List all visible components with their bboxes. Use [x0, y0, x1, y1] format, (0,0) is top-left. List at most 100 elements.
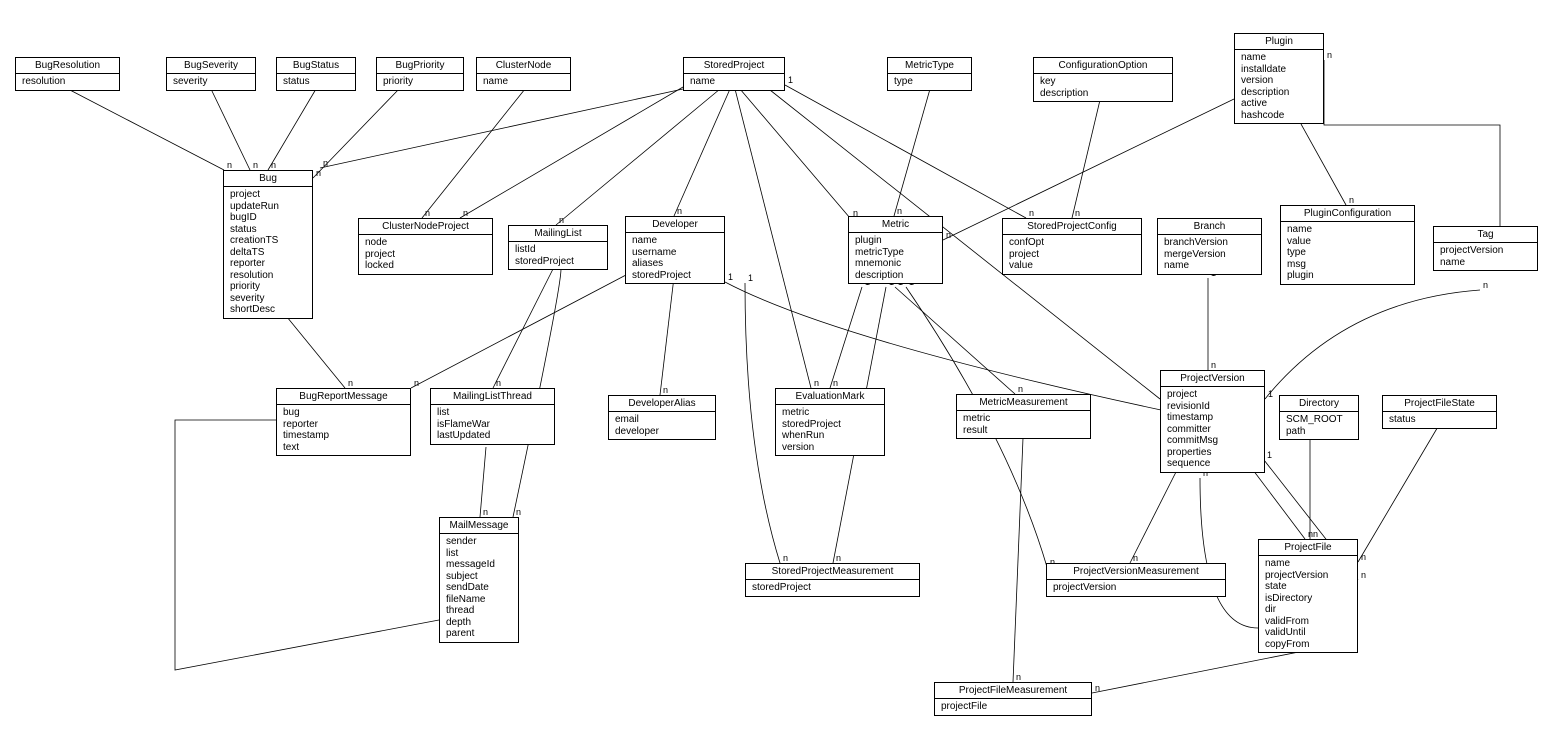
entity-attrs: resolution	[16, 74, 119, 90]
entity-attr: list	[437, 407, 548, 419]
entity-attr: name	[1287, 224, 1408, 236]
svg-text:n: n	[1018, 384, 1023, 394]
entity-title: Metric	[849, 217, 942, 233]
entity-attr: creationTS	[230, 235, 306, 247]
svg-text:n: n	[483, 507, 488, 517]
entity-attr: description	[1040, 88, 1166, 100]
entity-title: Plugin	[1235, 34, 1323, 50]
entity-attrs: status	[1383, 412, 1496, 428]
entity-attr: parent	[446, 628, 512, 640]
entity-attr: shortDesc	[230, 304, 306, 316]
entity-attrs: metricresult	[957, 411, 1090, 438]
entity-attr: version	[782, 442, 878, 454]
entity-attr: storedProject	[632, 270, 718, 282]
svg-text:n: n	[496, 378, 501, 388]
entity-branch: BranchbranchVersionmergeVersionname	[1157, 218, 1262, 275]
entity-attr: subject	[446, 571, 512, 583]
svg-text:n: n	[414, 378, 419, 388]
entity-projectfilemeasurement: ProjectFileMeasurementprojectFile	[934, 682, 1092, 716]
entity-attr: sendDate	[446, 582, 512, 594]
entity-title: Bug	[224, 171, 312, 187]
entity-attr: deltaTS	[230, 247, 306, 259]
entity-title: ProjectVersionMeasurement	[1047, 564, 1225, 580]
entity-projectfile: ProjectFilenameprojectVersionstateisDire…	[1258, 539, 1358, 653]
entity-storedprojectmeasurement: StoredProjectMeasurementstoredProject	[745, 563, 920, 597]
svg-text:1: 1	[748, 273, 753, 283]
svg-text:n: n	[1327, 50, 1332, 60]
svg-text:n: n	[836, 553, 841, 563]
entity-attrs: nameprojectVersionstateisDirectorydirval…	[1259, 556, 1357, 652]
entity-mailmessage: MailMessagesenderlistmessageIdsubjectsen…	[439, 517, 519, 643]
entity-attr: name	[483, 76, 564, 88]
entity-attr: resolution	[22, 76, 113, 88]
entity-attr: value	[1287, 236, 1408, 248]
entity-attr: msg	[1287, 259, 1408, 271]
entity-attr: listId	[515, 244, 601, 256]
entity-attrs: projectFile	[935, 699, 1091, 715]
entity-attr: metric	[782, 407, 878, 419]
svg-text:n: n	[814, 378, 819, 388]
entity-title: MailingListThread	[431, 389, 554, 405]
entity-attr: aliases	[632, 258, 718, 270]
entity-attr: description	[855, 270, 936, 282]
entity-attr: version	[1241, 75, 1317, 87]
entity-title: MailingList	[509, 226, 607, 242]
entity-clusternodeproject: ClusterNodeProjectnodeprojectlocked	[358, 218, 493, 275]
svg-text:n: n	[1361, 570, 1366, 580]
entity-attr: hashcode	[1241, 110, 1317, 122]
entity-attr: project	[1167, 389, 1258, 401]
entity-attr: validFrom	[1265, 616, 1351, 628]
entity-title: ClusterNode	[477, 58, 570, 74]
svg-text:n: n	[559, 215, 564, 225]
entity-attrs: confOptprojectvalue	[1003, 235, 1141, 274]
entity-attr: revisionId	[1167, 401, 1258, 413]
entity-title: BugStatus	[277, 58, 355, 74]
entity-mailinglist: MailingListlistIdstoredProject	[508, 225, 608, 270]
entity-title: MetricMeasurement	[957, 395, 1090, 411]
entity-attr: projectFile	[941, 701, 1085, 713]
entity-storedprojectconfig: StoredProjectConfigconfOptprojectvalue	[1002, 218, 1142, 275]
entity-attr: project	[365, 249, 486, 261]
entity-clusternode: ClusterNode name	[476, 57, 571, 91]
entity-title: DeveloperAlias	[609, 396, 715, 412]
entity-attr: bug	[283, 407, 404, 419]
entity-title: Directory	[1280, 396, 1358, 412]
svg-text:1: 1	[1268, 389, 1273, 399]
svg-text:n: n	[1211, 360, 1216, 370]
entity-title: StoredProjectConfig	[1003, 219, 1141, 235]
entity-attr: plugin	[1287, 270, 1408, 282]
svg-text:n: n	[897, 206, 902, 216]
entity-attr: lastUpdated	[437, 430, 548, 442]
entity-attrs: keydescription	[1034, 74, 1172, 101]
entity-attr: project	[1009, 249, 1135, 261]
entity-attr: node	[365, 237, 486, 249]
entity-attr: storedProject	[752, 582, 913, 594]
entity-attr: status	[1389, 414, 1490, 426]
entity-attrs: metricstoredProjectwhenRunversion	[776, 405, 884, 455]
entity-attr: timestamp	[1167, 412, 1258, 424]
entity-bugresolution: BugResolutionresolution	[15, 57, 120, 91]
entity-attr: path	[1286, 426, 1352, 438]
entity-attr: sender	[446, 536, 512, 548]
entity-attrs: storedProject	[746, 580, 919, 596]
svg-text:n: n	[1308, 529, 1313, 539]
svg-text:n: n	[425, 208, 430, 218]
entity-attr: name	[1440, 257, 1531, 269]
entity-attrs: projectVersion	[1047, 580, 1225, 596]
entity-attrs: severity	[167, 74, 255, 90]
svg-text:n: n	[783, 553, 788, 563]
entity-bugstatus: BugStatusstatus	[276, 57, 356, 91]
svg-text:1: 1	[1267, 450, 1272, 460]
entity-attr: confOpt	[1009, 237, 1135, 249]
entity-attrs: listisFlameWarlastUpdated	[431, 405, 554, 444]
entity-title: Tag	[1434, 227, 1537, 243]
entity-attr: storedProject	[782, 419, 878, 431]
svg-text:n: n	[677, 206, 682, 216]
svg-text:n: n	[463, 208, 468, 218]
entity-attrs: priority	[377, 74, 463, 90]
entity-attr: priority	[383, 76, 457, 88]
entity-attr: copyFrom	[1265, 639, 1351, 651]
entity-title: MailMessage	[440, 518, 518, 534]
entity-attr: bugID	[230, 212, 306, 224]
entity-title: MetricType	[888, 58, 971, 74]
